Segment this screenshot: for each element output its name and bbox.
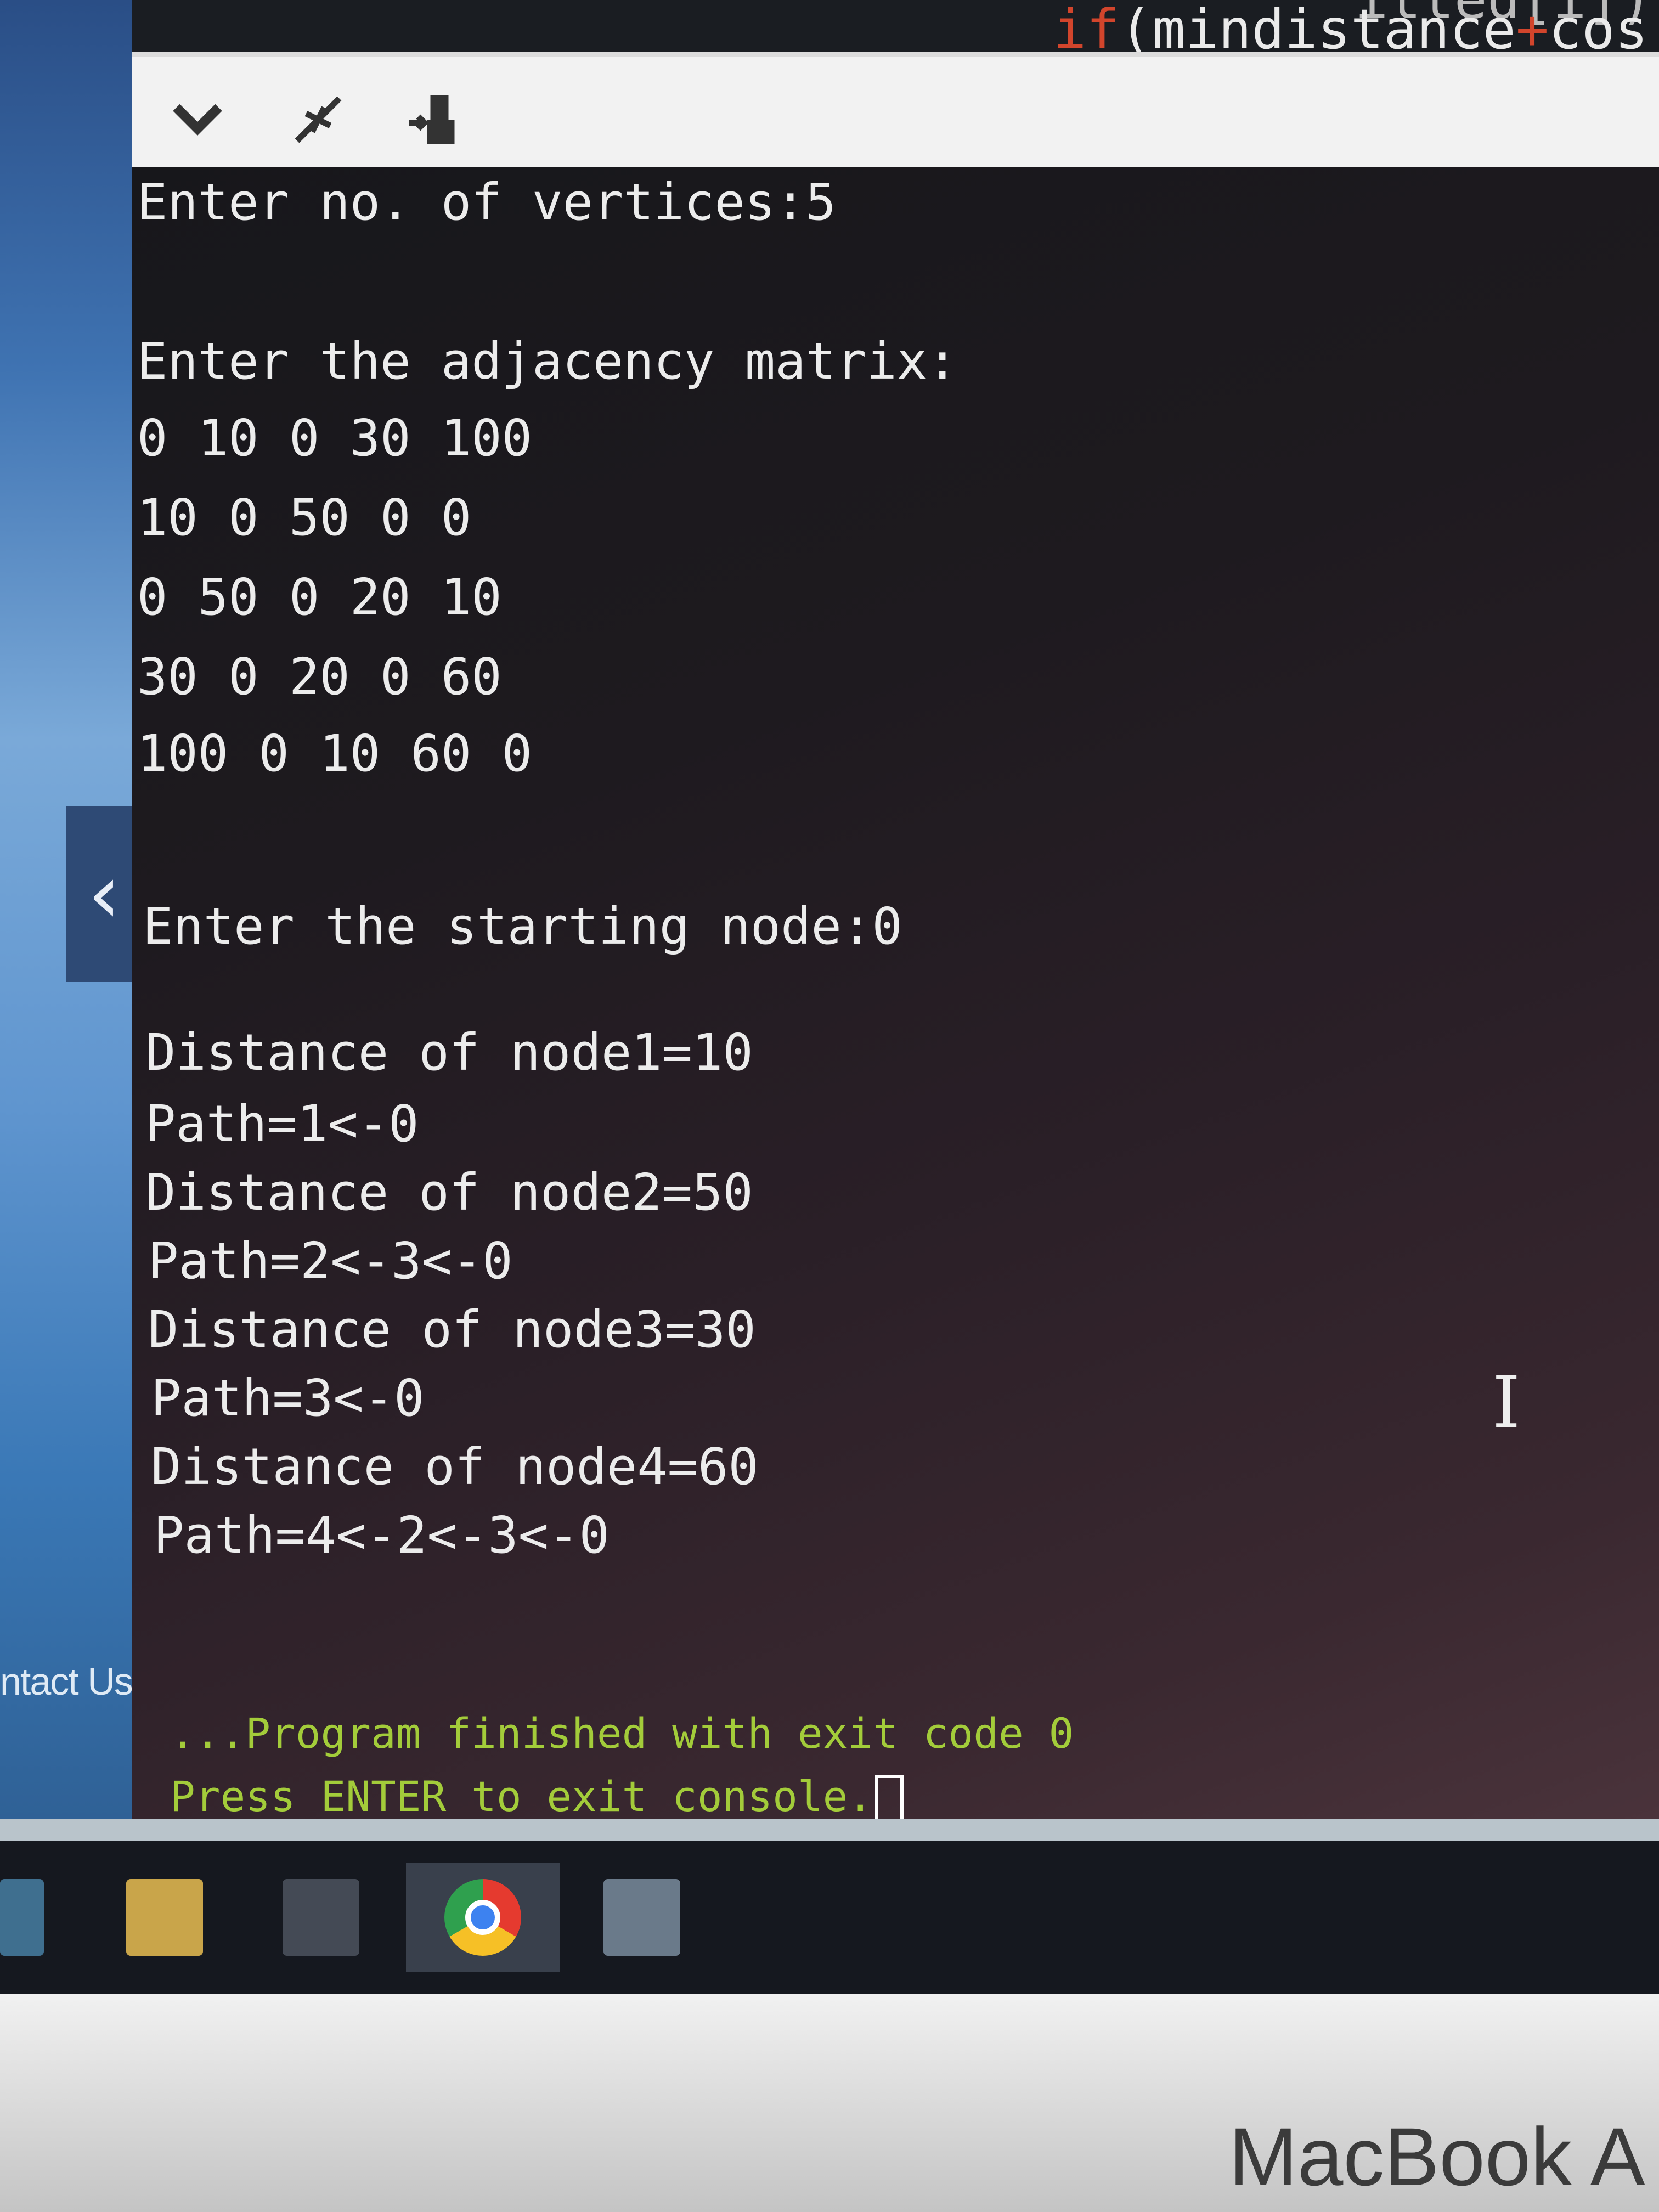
console-line: Enter the adjacency matrix: [137, 332, 958, 391]
console-line: Enter no. of vertices:5 [137, 173, 836, 232]
mail-icon[interactable] [0, 1879, 44, 1956]
code-keyword: if [1053, 0, 1120, 52]
console-line: Distance of node1=10 [145, 1023, 753, 1082]
console-toolbar [132, 52, 1659, 172]
collapse-icon[interactable] [288, 89, 348, 150]
console-line: Distance of node4=60 [151, 1437, 759, 1496]
console-line: Distance of node2=50 [145, 1163, 753, 1222]
code-operator: + [1515, 0, 1549, 52]
chrome-icon [444, 1879, 521, 1956]
stop-run-icon[interactable] [403, 89, 464, 150]
code-tail: cos [1549, 0, 1648, 52]
console-line: 0 50 0 20 10 [137, 568, 502, 627]
ibeam-cursor-icon: I [1492, 1361, 1521, 1444]
chrome-taskbar-button[interactable] [406, 1863, 560, 1972]
console-line: Path=3<-0 [151, 1369, 425, 1427]
console-line: 30 0 20 0 60 [137, 647, 502, 706]
press-enter-text: Press ENTER to exit console. [170, 1772, 873, 1819]
chevron-left-icon[interactable]: ‹ [66, 806, 143, 982]
code-editor: itted[i]) if(mindistance+cos [132, 0, 1659, 52]
code-line: if(mindistance+cos [1053, 0, 1648, 52]
chevron-down-icon[interactable] [167, 89, 228, 150]
console-line: Path=1<-0 [145, 1094, 419, 1153]
exit-status-line: ...Program finished with exit code 0 [170, 1709, 1074, 1758]
console-line: 10 0 50 0 0 [137, 488, 472, 547]
console-line: 100 0 10 60 0 [137, 724, 533, 783]
console-output[interactable]: Enter no. of vertices:5 Enter the adjace… [132, 167, 1659, 1819]
console-line: Path=2<-3<-0 [148, 1232, 513, 1290]
store-icon[interactable] [603, 1879, 680, 1956]
text-cursor [875, 1775, 904, 1819]
camera-icon[interactable] [283, 1879, 359, 1956]
press-enter-line: Press ENTER to exit console. [170, 1772, 904, 1819]
taskbar [0, 1819, 1659, 2016]
console-line: 0 10 0 30 100 [137, 409, 533, 467]
console-line: Enter the starting node:0 [143, 897, 902, 956]
brand-label: MacBook A [1229, 2111, 1645, 2203]
file-explorer-icon[interactable] [126, 1879, 203, 1956]
contact-us-link[interactable]: ntact Us [0, 1660, 133, 1703]
code-text: (mindistance [1119, 0, 1516, 52]
laptop-bezel: MacBook A [0, 1994, 1659, 2212]
console-line: Distance of node3=30 [148, 1300, 756, 1359]
console-line: Path=4<-2<-3<-0 [154, 1506, 610, 1565]
